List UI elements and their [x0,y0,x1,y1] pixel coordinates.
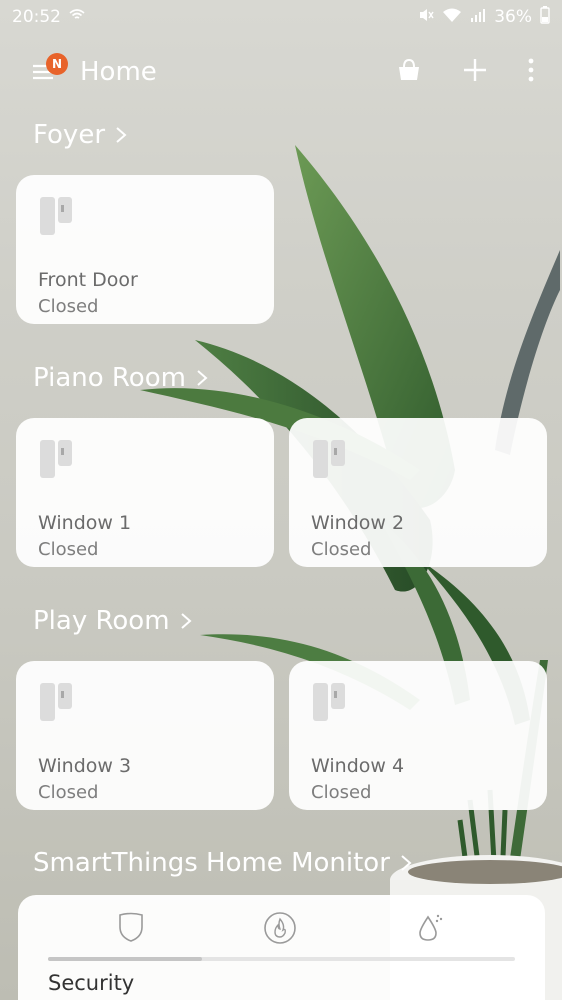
device-state: Closed [38,539,99,560]
active-tab-label: Security [48,971,135,995]
home-monitor-panel[interactable]: Security [18,895,545,1000]
shopping-bag-icon [399,58,419,80]
page-title: Home [80,57,157,87]
contact-sensor-icon [40,683,72,721]
battery-percentage: 36% [494,7,532,27]
contact-sensor-icon [40,197,72,235]
device-state: Closed [311,539,372,560]
contact-sensor-icon [313,440,345,478]
device-card[interactable]: Front Door Closed [16,175,274,324]
room-title-piano-room[interactable]: Piano Room [33,363,208,393]
device-state: Closed [38,782,99,803]
add-button[interactable] [462,57,488,87]
chevron-right-icon [401,855,412,871]
room-title-foyer[interactable]: Foyer [33,120,127,150]
device-card[interactable]: Window 1 Closed [16,418,274,567]
device-card[interactable]: Window 2 Closed [289,418,547,567]
monitor-tab-indicator [48,957,515,961]
shield-icon [119,912,143,942]
device-name: Window 3 [38,755,132,777]
monitor-title[interactable]: SmartThings Home Monitor [33,848,412,878]
flame-icon [264,912,297,944]
contact-sensor-icon [40,440,72,478]
more-vertical-icon [528,58,534,82]
water-drop-icon [419,914,443,941]
room-name: Piano Room [33,363,186,393]
chevron-right-icon [116,127,127,143]
chevron-right-icon [197,370,208,386]
app-header: N Home [0,50,562,94]
clock: 20:52 [12,7,61,27]
notification-badge: N [46,53,68,75]
device-name: Window 4 [311,755,405,777]
menu-button[interactable]: N [32,53,68,87]
more-options-button[interactable] [528,58,534,86]
device-state: Closed [311,782,372,803]
wifi-calling-icon [69,7,85,27]
status-bar: 20:52 36% [0,0,562,34]
mute-icon [418,7,434,28]
room-name: Foyer [33,120,106,150]
signal-icon [470,7,486,28]
tab-leak[interactable] [416,911,446,949]
shop-button[interactable] [396,57,422,87]
device-name: Front Door [38,269,138,291]
device-state: Closed [38,296,99,317]
room-name: Play Room [33,606,170,636]
device-name: Window 1 [38,512,132,534]
device-card[interactable]: Window 3 Closed [16,661,274,810]
plus-icon [464,59,486,81]
tab-smoke[interactable] [263,911,297,949]
contact-sensor-icon [313,683,345,721]
room-title-play-room[interactable]: Play Room [33,606,192,636]
wifi-icon [442,7,462,28]
battery-icon [540,5,550,29]
tab-security[interactable] [117,911,145,949]
chevron-right-icon [180,613,192,629]
monitor-name: SmartThings Home Monitor [33,848,390,878]
device-card[interactable]: Window 4 Closed [289,661,547,810]
device-name: Window 2 [311,512,405,534]
